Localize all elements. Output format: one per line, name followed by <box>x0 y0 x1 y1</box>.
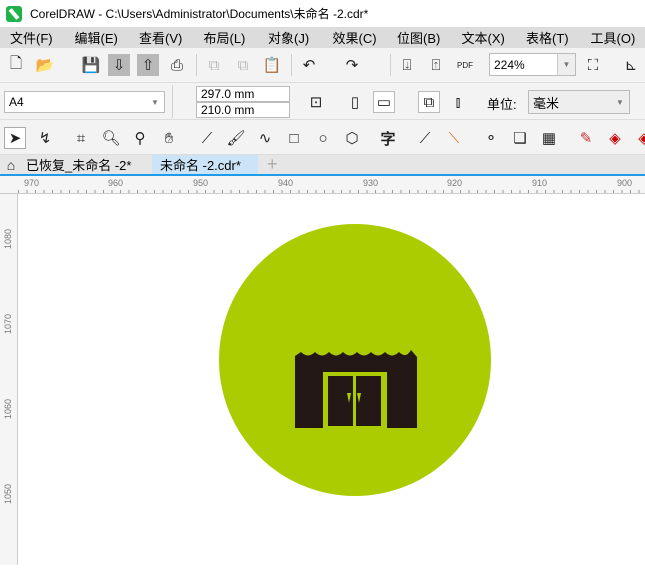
ruler-label: 900 <box>617 178 632 188</box>
tab-label: 已恢复_未命名 -2* <box>26 155 131 174</box>
print-icon[interactable]: ⎙ <box>166 54 188 76</box>
eyedropper-icon[interactable]: ✎ <box>575 127 597 149</box>
tab-recovered[interactable]: 已恢复_未命名 -2* <box>18 155 152 174</box>
menu-edit[interactable]: 编辑(E) <box>65 28 130 47</box>
transparency-tool-icon[interactable]: ▦ <box>538 127 560 149</box>
new-document-icon[interactable]: 🗋 <box>5 54 27 76</box>
ruler-label: 950 <box>193 178 208 188</box>
zoom-tool-icon[interactable]: 🔍︎ <box>100 127 122 149</box>
title-bar: CorelDRAW - C:\Users\Administrator\Docum… <box>0 0 645 27</box>
all-pages-icon[interactable]: ⧉ <box>418 91 440 113</box>
copy-icon[interactable]: ⧉ <box>232 54 254 76</box>
save-icon[interactable]: 💾 <box>80 54 102 76</box>
menu-text[interactable]: 文本(X) <box>452 28 517 47</box>
shape-tool-icon[interactable]: ↯ <box>34 127 56 149</box>
menu-view[interactable]: 查看(V) <box>129 28 194 47</box>
page-width-input[interactable]: 297.0 mm <box>196 86 290 102</box>
paste-icon[interactable]: 📋 <box>261 54 283 76</box>
import-icon[interactable]: ⍗ <box>396 54 418 76</box>
rectangle-tool-icon[interactable]: □ <box>283 127 305 149</box>
menu-tools[interactable]: 工具(O) <box>581 28 645 47</box>
page-height-value: 210.0 mm <box>201 103 254 117</box>
ruler-label: 1060 <box>3 399 13 419</box>
ruler-label: 1070 <box>3 314 13 334</box>
cloud-download-icon[interactable]: ⇩ <box>108 54 130 76</box>
units-select[interactable]: 毫米 ▼ <box>528 90 630 114</box>
artistic-media-icon[interactable]: 🖌︎ <box>225 127 247 149</box>
smart-drawing-icon[interactable]: ∿ <box>254 127 276 149</box>
open-icon[interactable]: 📂 <box>34 54 56 76</box>
chevron-down-icon[interactable]: ▼ <box>557 54 575 75</box>
menu-table[interactable]: 表格(T) <box>516 28 581 47</box>
polygon-tool-icon[interactable]: ⬡ <box>341 127 363 149</box>
standard-toolbar: 🗋 📂 💾 ⇩ ⇧ ⎙ ⧉ ⧉ 📋 ↶ ↷ ⍗ ⍐ PDF 224% ▼ ⛶ ⊾ <box>0 48 645 83</box>
menu-bar: 文件(F) 编辑(E) 查看(V) 布局(L) 对象(J) 效果(C) 位图(B… <box>0 27 645 48</box>
cloud-upload-icon[interactable]: ⇧ <box>137 54 159 76</box>
vertical-ruler[interactable]: 1080 1070 1060 1050 <box>0 194 18 565</box>
page-height-input[interactable]: 210.0 mm <box>196 102 290 118</box>
dimension-tool-icon[interactable]: ⟋ <box>414 127 436 149</box>
tab-label: 未命名 -2.cdr* <box>160 155 241 174</box>
coreldraw-logo-icon <box>6 6 22 22</box>
ruler-label: 930 <box>363 178 378 188</box>
options-icon[interactable]: ⊾ <box>620 54 642 76</box>
tab-active-document[interactable]: 未命名 -2.cdr* <box>152 155 258 174</box>
cut-icon[interactable]: ⧉ <box>203 54 225 76</box>
page-size-select[interactable]: A4 ▼ <box>4 91 165 113</box>
zoom-out-tool-icon[interactable]: ⚲ <box>129 127 151 149</box>
menu-effects[interactable]: 效果(C) <box>323 28 388 47</box>
zoom-value: 224% <box>494 58 525 72</box>
menu-bitmaps[interactable]: 位图(B) <box>387 28 452 47</box>
pan-tool-icon[interactable]: ✋︎ <box>158 127 180 149</box>
horizontal-ruler[interactable]: 970 960 950 940 930 920 910 900 <box>0 176 645 194</box>
text-tool-icon[interactable]: 字 <box>377 127 399 149</box>
page-width-value: 297.0 mm <box>201 87 254 101</box>
interactive-fill-icon[interactable]: ◈ <box>604 127 626 149</box>
page-size-value: A4 <box>9 95 24 109</box>
ruler-label: 940 <box>278 178 293 188</box>
units-label: 单位: <box>487 94 517 113</box>
ruler-label: 960 <box>108 178 123 188</box>
connector-tool-icon[interactable]: ⟍ <box>443 127 465 149</box>
window-title: CorelDRAW - C:\Users\Administrator\Docum… <box>30 5 368 22</box>
ruler-label: 910 <box>532 178 547 188</box>
ellipse-tool-icon[interactable]: ○ <box>312 127 334 149</box>
zoom-level-select[interactable]: 224% ▼ <box>489 53 576 76</box>
ruler-label: 1080 <box>3 229 13 249</box>
drawing-canvas[interactable] <box>19 195 645 565</box>
artwork[interactable] <box>19 195 645 565</box>
menu-object[interactable]: 对象(J) <box>258 28 323 47</box>
pick-tool-icon[interactable]: ➤ <box>4 127 26 149</box>
pdf-icon[interactable]: PDF <box>454 54 476 76</box>
chevron-down-icon[interactable]: ▼ <box>146 92 164 112</box>
chevron-down-icon[interactable]: ▼ <box>611 91 629 113</box>
page-orientation-icon[interactable]: ⊡ <box>305 91 327 113</box>
ruler-label: 970 <box>24 178 39 188</box>
landscape-icon[interactable]: ▭ <box>373 91 395 113</box>
toolbox: ➤ ↯ ⌗ 🔍︎ ⚲ ✋︎ ⟋ 🖌︎ ∿ □ ○ ⬡ 字 ⟋ ⟍ ⚬ ❏ ▦ ✎… <box>0 120 645 155</box>
ruler-label: 1050 <box>3 484 13 504</box>
portrait-icon[interactable]: ▯ <box>344 91 366 113</box>
menu-layout[interactable]: 布局(L) <box>194 28 259 47</box>
document-tabs: ⌂ 已恢复_未命名 -2* 未命名 -2.cdr* + <box>0 155 645 176</box>
blend-tool-icon[interactable]: ⚬ <box>480 127 502 149</box>
current-page-icon[interactable]: ⫾ <box>447 91 469 113</box>
full-screen-icon[interactable]: ⛶ <box>582 54 604 76</box>
units-value: 毫米 <box>533 93 559 112</box>
crop-tool-icon[interactable]: ⌗ <box>70 127 92 149</box>
redo-icon[interactable]: ↷ <box>341 54 363 76</box>
shop-icon[interactable] <box>295 350 417 428</box>
undo-icon[interactable]: ↶ <box>298 54 320 76</box>
drop-shadow-icon[interactable]: ❏ <box>509 127 531 149</box>
property-bar: A4 ▼ 297.0 mm 210.0 mm ⊡ ▯ ▭ ⧉ ⫾ 单位: 毫米 ▼ <box>0 83 645 120</box>
freehand-tool-icon[interactable]: ⟋ <box>196 127 218 149</box>
smart-fill-icon[interactable]: ◈ <box>633 127 645 149</box>
export-icon[interactable]: ⍐ <box>425 54 447 76</box>
new-tab-plus-icon[interactable]: + <box>259 155 285 174</box>
ruler-label: 920 <box>447 178 462 188</box>
menu-file[interactable]: 文件(F) <box>0 28 65 47</box>
